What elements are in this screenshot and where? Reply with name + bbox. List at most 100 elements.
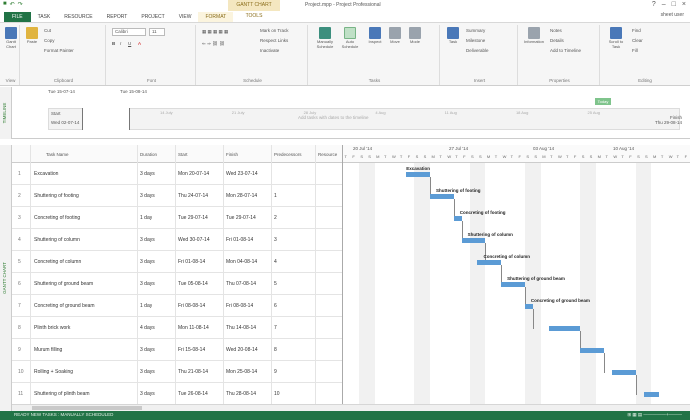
italic-button[interactable]: I (120, 41, 121, 46)
font-name-select[interactable]: Calibri (112, 28, 146, 36)
gantt-bar[interactable] (501, 282, 525, 287)
auto-schedule-button[interactable]: Auto Schedule (340, 25, 360, 49)
task-start-cell[interactable]: Fri 08-08-14 (178, 303, 205, 309)
col-header-start[interactable]: Start (178, 152, 188, 157)
task-predecessor-cell[interactable]: 8 (274, 347, 277, 353)
gantt-bar[interactable] (643, 392, 660, 397)
task-id-cell[interactable]: 1 (18, 171, 21, 177)
task-start-cell[interactable]: Fri 15-08-14 (178, 347, 205, 353)
task-finish-cell[interactable]: Thu 28-08-14 (226, 391, 256, 397)
gantt-bar[interactable] (477, 260, 502, 265)
task-duration-cell[interactable]: 3 days (140, 237, 155, 243)
task-id-cell[interactable]: 4 (18, 237, 21, 243)
table-row[interactable]: 11 Shuttering of plinth beam 3 days Tue 26-… (12, 383, 342, 405)
task-id-cell[interactable]: 8 (18, 325, 21, 331)
inactivate-button[interactable]: Inactivate (260, 48, 279, 53)
col-header-predecessors[interactable]: Predecessors (274, 152, 302, 157)
task-start-cell[interactable]: Mon 20-07-14 (178, 171, 209, 177)
task-finish-cell[interactable]: Mon 25-08-14 (226, 369, 257, 375)
task-name-cell[interactable]: Excavation (34, 171, 134, 177)
inspect-button[interactable]: Inspect (368, 27, 382, 45)
redo-icon[interactable]: ↷ (18, 1, 23, 8)
table-row[interactable]: 8 Plinth brick work 4 days Mon 11-08-14 Thu … (12, 317, 342, 339)
mode-button[interactable]: Mode (408, 27, 422, 45)
cut-button[interactable]: Cut (44, 28, 51, 33)
copy-button[interactable]: Copy (44, 38, 55, 43)
task-id-cell[interactable]: 3 (18, 215, 21, 221)
task-id-cell[interactable]: 9 (18, 347, 21, 353)
task-name-cell[interactable]: Concreting of ground beam (34, 303, 134, 309)
task-start-cell[interactable]: Mon 11-08-14 (178, 325, 209, 331)
tab-project[interactable]: PROJECT (134, 12, 171, 22)
task-predecessor-cell[interactable]: 2 (274, 215, 277, 221)
format-painter-button[interactable]: Format Painter (44, 48, 74, 53)
tab-task[interactable]: TASK (31, 12, 58, 22)
task-duration-cell[interactable]: 3 days (140, 347, 155, 353)
task-name-cell[interactable]: Shuttering of ground beam (34, 281, 134, 287)
task-id-cell[interactable]: 5 (18, 259, 21, 265)
task-duration-cell[interactable]: 4 days (140, 325, 155, 331)
table-row[interactable]: 10 Rolling + Soaking 3 days Thu 21-08-14 Mon… (12, 361, 342, 383)
schedule-percent-buttons[interactable]: ▦ ▦ ▦ ▦ ▦ (202, 29, 228, 35)
table-row[interactable]: 4 Shuttering of column 3 days Wed 30-07-14 F… (12, 229, 342, 251)
gantt-bar[interactable] (453, 216, 462, 221)
insert-task-button[interactable]: Task (446, 27, 460, 45)
col-header-duration[interactable]: Duration (140, 152, 157, 157)
gantt-bar[interactable] (430, 194, 454, 199)
task-predecessor-cell[interactable]: 3 (274, 237, 277, 243)
task-name-cell[interactable]: Shuttering of footing (34, 193, 134, 199)
details-button[interactable]: Details (550, 38, 564, 43)
clear-button[interactable]: Clear (632, 38, 643, 43)
col-header-resource[interactable]: Resource (318, 152, 337, 157)
task-duration-cell[interactable]: 3 days (140, 193, 155, 199)
task-duration-cell[interactable]: 3 days (140, 259, 155, 265)
add-to-timeline-button[interactable]: Add to Timeline (550, 48, 581, 53)
task-duration-cell[interactable]: 3 days (140, 369, 155, 375)
task-start-cell[interactable]: Fri 01-08-14 (178, 259, 205, 265)
task-predecessor-cell[interactable]: 9 (274, 369, 277, 375)
gantt-chart-button[interactable]: Gantt Chart (4, 27, 18, 49)
find-button[interactable]: Find (632, 28, 641, 33)
minimize-button[interactable]: – (662, 1, 666, 8)
tab-file[interactable]: FILE (4, 12, 31, 22)
task-finish-cell[interactable]: Mon 04-08-14 (226, 259, 257, 265)
task-duration-cell[interactable]: 1 day (140, 215, 152, 221)
task-duration-cell[interactable]: 3 days (140, 281, 155, 287)
scroll-to-task-button[interactable]: Scroll to Task (606, 27, 626, 49)
task-finish-cell[interactable]: Fri 01-08-14 (226, 237, 253, 243)
gantt-bar[interactable] (461, 238, 486, 243)
task-start-cell[interactable]: Thu 24-07-14 (178, 193, 208, 199)
maximize-button[interactable]: □ (672, 1, 676, 8)
notes-button[interactable]: Notes (550, 28, 562, 33)
task-predecessor-cell[interactable]: 1 (274, 193, 277, 199)
mark-on-track-button[interactable]: Mark on Track (260, 28, 289, 33)
task-finish-cell[interactable]: Fri 08-08-14 (226, 303, 253, 309)
undo-icon[interactable]: ↶ (10, 1, 15, 8)
tab-resource[interactable]: RESOURCE (57, 12, 99, 22)
task-name-cell[interactable]: Shuttering of plinth beam (34, 391, 134, 397)
col-header-task-name[interactable]: Task Name (46, 152, 69, 157)
task-duration-cell[interactable]: 1 day (140, 303, 152, 309)
task-start-cell[interactable]: Tue 26-08-14 (178, 391, 208, 397)
gantt-bar[interactable] (611, 370, 636, 375)
task-finish-cell[interactable]: Wed 20-08-14 (226, 347, 258, 353)
task-predecessor-cell[interactable]: 6 (274, 303, 277, 309)
task-name-cell[interactable]: Concreting of column (34, 259, 134, 265)
table-row[interactable]: 5 Concreting of column 3 days Fri 01-08-14 M… (12, 251, 342, 273)
task-start-cell[interactable]: Tue 29-07-14 (178, 215, 208, 221)
move-button[interactable]: Move (388, 27, 402, 45)
task-id-cell[interactable]: 11 (18, 391, 23, 397)
horizontal-scrollbar[interactable] (12, 404, 690, 411)
table-row[interactable]: 1 Excavation 3 days Mon 20-07-14 Wed 23-07-1… (12, 163, 342, 185)
view-zoom-controls[interactable]: ⊞ ▦ ▤ —————+——— (627, 412, 682, 418)
deliverable-button[interactable]: Deliverable (466, 48, 489, 53)
bold-button[interactable]: B (112, 41, 115, 46)
task-finish-cell[interactable]: Thu 07-08-14 (226, 281, 256, 287)
task-id-cell[interactable]: 2 (18, 193, 21, 199)
task-finish-cell[interactable]: Tue 29-07-14 (226, 215, 256, 221)
underline-button[interactable]: U (128, 41, 131, 46)
task-name-cell[interactable]: Concreting of footing (34, 215, 134, 221)
task-name-cell[interactable]: Rolling + Soaking (34, 369, 134, 375)
close-button[interactable]: × (682, 1, 686, 8)
scrollbar-thumb[interactable] (32, 406, 142, 410)
